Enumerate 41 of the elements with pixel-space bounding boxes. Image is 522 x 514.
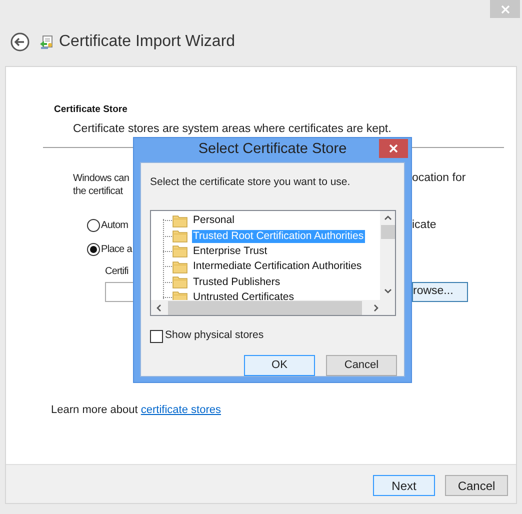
store-item[interactable]: Intermediate Certification Authorities (192, 260, 363, 274)
folder-icon (172, 214, 189, 228)
ok-button[interactable]: OK (244, 355, 315, 376)
certificate-icon (39, 34, 54, 50)
cancel-button[interactable]: Cancel (445, 475, 508, 496)
folder-icon (172, 275, 189, 290)
intro-text: the certificat (73, 184, 123, 198)
store-item[interactable]: Personal (192, 214, 236, 228)
scroll-thumb[interactable] (380, 225, 394, 240)
learn-more-text: Learn more about certificate stores (51, 403, 221, 418)
intro-text: Windows can (73, 172, 130, 184)
vertical-scrollbar[interactable] (380, 211, 395, 300)
radio-button[interactable]: Autom (87, 218, 128, 233)
radio-button[interactable]: Place a (87, 242, 132, 257)
close-button[interactable] (379, 139, 408, 158)
folder-icon (172, 260, 189, 274)
scroll-thumb[interactable] (168, 300, 362, 315)
cancel-button[interactable]: Cancel (326, 355, 397, 376)
physical-stores-checkbox[interactable]: Show physical stores (150, 328, 264, 344)
browse-button[interactable]: rowse... (412, 282, 468, 302)
horizontal-scrollbar[interactable] (151, 300, 395, 316)
folder-icon (172, 229, 189, 244)
store-item[interactable]: Untrusted Certificates (192, 290, 295, 300)
folder-icon (172, 290, 189, 300)
back-icon (10, 32, 30, 52)
field-label: Certifi (105, 264, 128, 278)
dialog-prompt: Select the certificate store you want to use. (149, 174, 352, 190)
store-item[interactable]: Enterprise Trust (192, 244, 268, 258)
section-description: Certificate stores are system areas where certificates are kept. (72, 122, 392, 138)
window-title: Certificate Import Wizard (59, 32, 236, 52)
store-item[interactable]: Trusted Publishers (192, 276, 282, 289)
folder-icon (172, 244, 189, 258)
next-button[interactable]: Next (373, 475, 435, 496)
intro-text: ocation for (412, 172, 467, 186)
learn-more-link[interactable]: certificate stores (140, 404, 221, 416)
close-icon (389, 144, 398, 153)
option-text: icate (412, 218, 438, 233)
back-button[interactable] (10, 32, 30, 52)
close-icon (500, 4, 510, 14)
dialog-title: Select Certificate Store (198, 140, 347, 159)
section-heading: Certificate Store (53, 103, 128, 117)
